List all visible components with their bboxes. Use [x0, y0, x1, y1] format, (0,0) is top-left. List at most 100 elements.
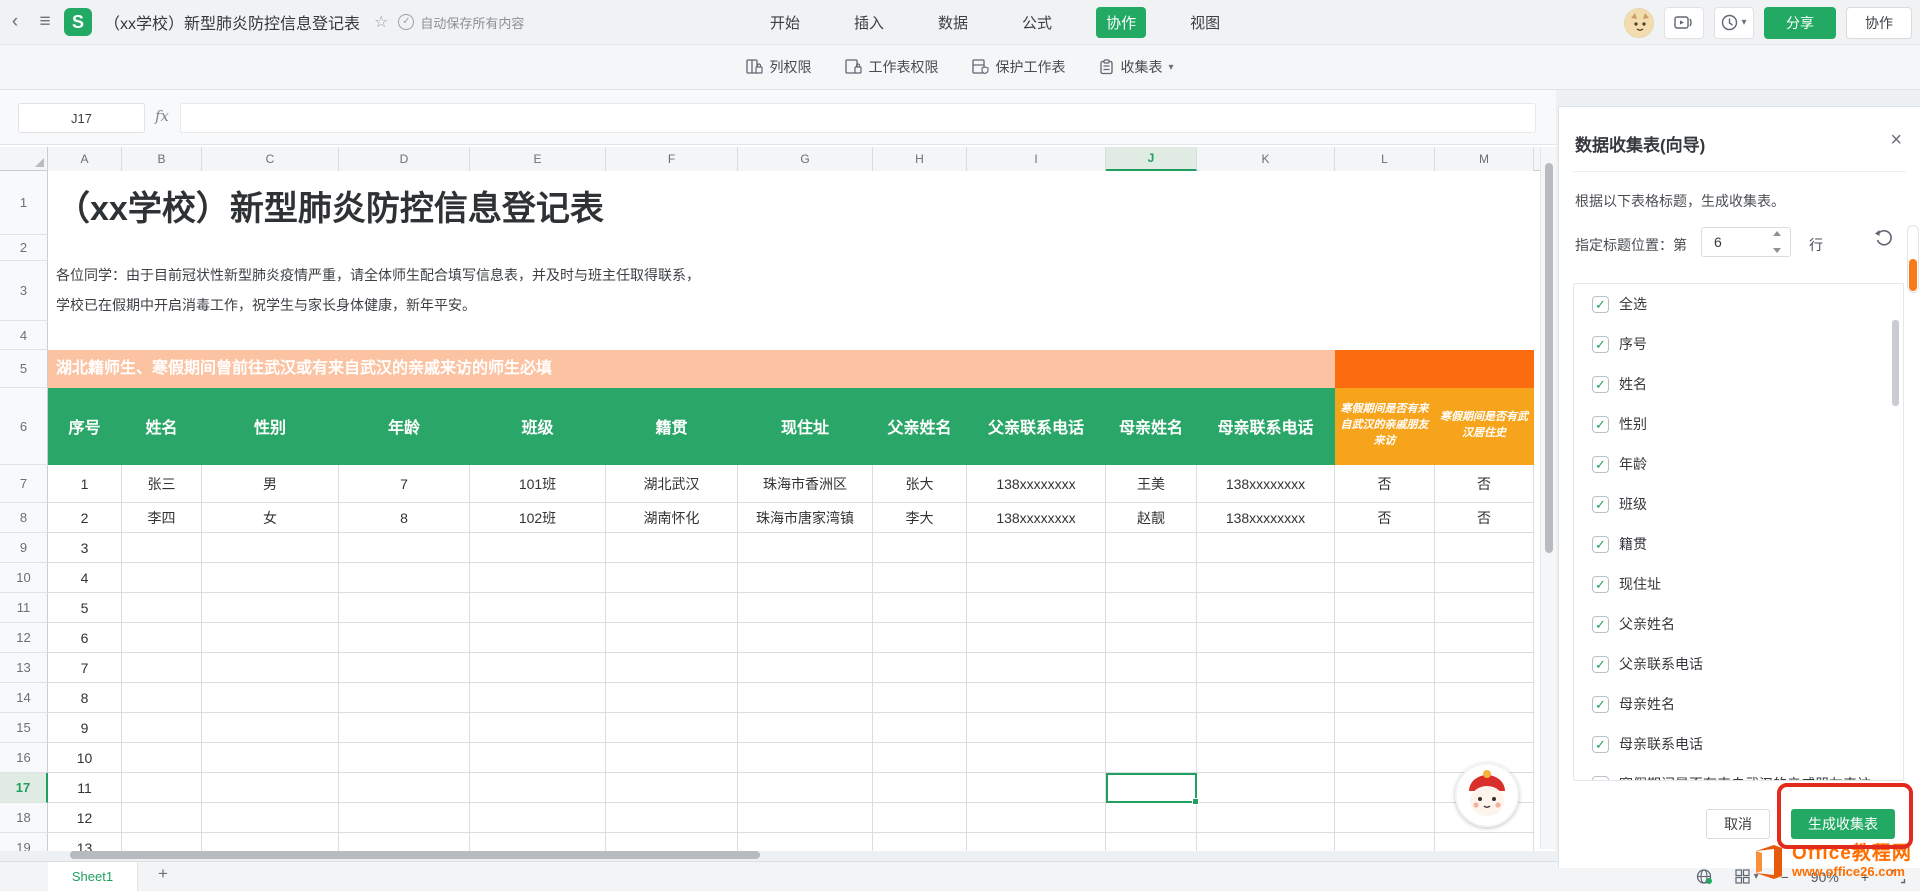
cell-E11[interactable]: [470, 593, 606, 623]
cell-K12[interactable]: [1197, 623, 1335, 653]
sheet-permission-button[interactable]: 工作表权限: [845, 57, 938, 77]
cell-A11[interactable]: 5: [48, 593, 122, 623]
checkbox-checked-icon[interactable]: ✓: [1592, 696, 1609, 713]
checkbox-checked-icon[interactable]: ✓: [1592, 536, 1609, 553]
cell-D17[interactable]: [339, 773, 470, 803]
cancel-button[interactable]: 取消: [1706, 809, 1770, 839]
col-header-G[interactable]: G: [738, 147, 873, 171]
header-cell-D[interactable]: 年龄: [339, 388, 470, 465]
row-header-14[interactable]: 14: [0, 683, 48, 713]
collaborate-button[interactable]: 协作: [1846, 7, 1912, 39]
cell-A18[interactable]: 12: [48, 803, 122, 833]
field-checkbox-5[interactable]: ✓班级: [1574, 484, 1903, 524]
share-button[interactable]: 分享: [1764, 7, 1836, 39]
cell-K15[interactable]: [1197, 713, 1335, 743]
row-header-2[interactable]: 2: [0, 235, 48, 261]
cell-I7[interactable]: 138xxxxxxxx: [967, 465, 1106, 503]
header-cell-B[interactable]: 姓名: [122, 388, 202, 465]
cell-K9[interactable]: [1197, 533, 1335, 563]
cell-C15[interactable]: [202, 713, 339, 743]
vertical-scrollbar[interactable]: [1540, 147, 1556, 849]
cell-K18[interactable]: [1197, 803, 1335, 833]
column-permission-button[interactable]: 列权限: [746, 57, 811, 77]
cell-A9[interactable]: 3: [48, 533, 122, 563]
cell-A17[interactable]: 11: [48, 773, 122, 803]
cell-F13[interactable]: [606, 653, 738, 683]
cell-B8[interactable]: 李四: [122, 503, 202, 533]
cell-B11[interactable]: [122, 593, 202, 623]
cell-G15[interactable]: [738, 713, 873, 743]
checkbox-checked-icon[interactable]: ✓: [1592, 736, 1609, 753]
cell-H7[interactable]: 张大: [873, 465, 967, 503]
cell-M14[interactable]: [1435, 683, 1534, 713]
cell-F11[interactable]: [606, 593, 738, 623]
back-icon[interactable]: ‹: [0, 11, 30, 33]
cell-M8[interactable]: 否: [1435, 503, 1534, 533]
sheet-tab-sheet1[interactable]: Sheet1: [48, 862, 138, 891]
cell-G12[interactable]: [738, 623, 873, 653]
header-cell-F[interactable]: 籍贯: [606, 388, 738, 465]
header-cell-C[interactable]: 性别: [202, 388, 339, 465]
cell-D9[interactable]: [339, 533, 470, 563]
cell-K8[interactable]: 138xxxxxxxx: [1197, 503, 1335, 533]
row-header-4[interactable]: 4: [0, 321, 48, 350]
cell-I18[interactable]: [967, 803, 1106, 833]
cell-H16[interactable]: [873, 743, 967, 773]
cell-A12[interactable]: 6: [48, 623, 122, 653]
header-cell-J[interactable]: 母亲姓名: [1106, 388, 1197, 465]
cell-L8[interactable]: 否: [1335, 503, 1435, 533]
menu-data[interactable]: 数据: [928, 7, 978, 38]
field-checkbox-2[interactable]: ✓姓名: [1574, 364, 1903, 404]
cell-F12[interactable]: [606, 623, 738, 653]
cell-M13[interactable]: [1435, 653, 1534, 683]
cell-I15[interactable]: [967, 713, 1106, 743]
avatar[interactable]: [1624, 8, 1654, 38]
cell-B7[interactable]: 张三: [122, 465, 202, 503]
cell-E14[interactable]: [470, 683, 606, 713]
checkbox-checked-icon[interactable]: ✓: [1592, 576, 1609, 593]
cell-B15[interactable]: [122, 713, 202, 743]
cell-K11[interactable]: [1197, 593, 1335, 623]
row-header-18[interactable]: 18: [0, 803, 48, 833]
cell-D13[interactable]: [339, 653, 470, 683]
cell-E8[interactable]: 102班: [470, 503, 606, 533]
close-icon[interactable]: ×: [1890, 129, 1902, 152]
cell-B16[interactable]: [122, 743, 202, 773]
checkbox-checked-icon[interactable]: ✓: [1592, 776, 1609, 782]
cell-J10[interactable]: [1106, 563, 1197, 593]
cell-C16[interactable]: [202, 743, 339, 773]
cell-F7[interactable]: 湖北武汉: [606, 465, 738, 503]
row-header-10[interactable]: 10: [0, 563, 48, 593]
cell-K10[interactable]: [1197, 563, 1335, 593]
cell-E10[interactable]: [470, 563, 606, 593]
col-header-H[interactable]: H: [873, 147, 967, 171]
cell-E13[interactable]: [470, 653, 606, 683]
cell-D16[interactable]: [339, 743, 470, 773]
cell-J17[interactable]: [1106, 773, 1197, 803]
cell-L12[interactable]: [1335, 623, 1435, 653]
checkbox-checked-icon[interactable]: ✓: [1592, 376, 1609, 393]
cell-D18[interactable]: [339, 803, 470, 833]
cell-M9[interactable]: [1435, 533, 1534, 563]
reset-icon[interactable]: [1874, 229, 1894, 249]
history-button[interactable]: ▾: [1714, 7, 1754, 39]
cell-C12[interactable]: [202, 623, 339, 653]
field-checkbox-11[interactable]: ✓母亲联系电话: [1574, 724, 1903, 764]
cell-C7[interactable]: 男: [202, 465, 339, 503]
generate-collection-form-button[interactable]: 生成收集表: [1791, 809, 1895, 839]
checkbox-checked-icon[interactable]: ✓: [1592, 456, 1609, 473]
cell-L14[interactable]: [1335, 683, 1435, 713]
col-header-I[interactable]: I: [967, 147, 1106, 171]
cell-D10[interactable]: [339, 563, 470, 593]
cell-H18[interactable]: [873, 803, 967, 833]
row-header-3[interactable]: 3: [0, 261, 48, 321]
menu-formula[interactable]: 公式: [1012, 7, 1062, 38]
col-header-C[interactable]: C: [202, 147, 339, 171]
cell-L17[interactable]: [1335, 773, 1435, 803]
row-header-12[interactable]: 12: [0, 623, 48, 653]
cell-H11[interactable]: [873, 593, 967, 623]
list-scroll-thumb[interactable]: [1892, 320, 1899, 406]
cell-L15[interactable]: [1335, 713, 1435, 743]
banner-orange-cell[interactable]: [1335, 350, 1534, 388]
header-cell-H[interactable]: 父亲姓名: [873, 388, 967, 465]
